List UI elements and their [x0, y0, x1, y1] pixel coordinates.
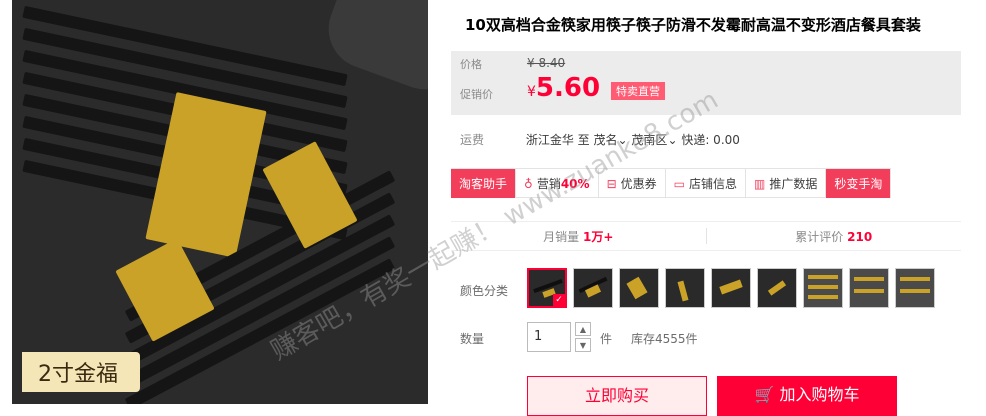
currency-symbol: ¥ — [527, 84, 536, 100]
color-swatch[interactable] — [573, 268, 613, 308]
review-count[interactable]: 累计评价 210 — [707, 228, 962, 245]
original-price: ¥ 8.40 — [527, 56, 566, 70]
chart-icon: ▥ — [754, 176, 766, 191]
monthly-sales-label: 月销量 — [543, 229, 580, 244]
cart-icon: 🛒 — [754, 385, 775, 404]
shop-info-button[interactable]: ▭ 店铺信息 — [666, 169, 746, 198]
tool-label: 营销 — [536, 177, 561, 191]
color-swatch[interactable]: ✓ — [527, 268, 567, 308]
city-label: 茂名 — [593, 133, 618, 147]
marketing-button[interactable]: ♁ 营销 40% — [516, 169, 599, 198]
product-image: 2寸金福 — [0, 0, 432, 404]
color-swatch[interactable] — [619, 268, 659, 308]
color-swatch[interactable] — [803, 268, 843, 308]
quantity-label: 数量 — [460, 332, 485, 346]
shop-icon: ▭ — [673, 176, 685, 191]
chevron-down-icon: ⌄ — [617, 133, 628, 147]
tool-label: 秒变手淘 — [834, 177, 883, 191]
shipping-from: 浙江金华 — [525, 133, 574, 147]
express-fee: 快递: 0.00 — [681, 133, 740, 147]
promo-price: ¥5.60 — [527, 73, 600, 103]
promo-data-button[interactable]: ▥ 推广数据 — [746, 169, 827, 198]
shipping-row: 运费 浙江金华 至 茂名⌄ 茂南区⌄ 快递: 0.00 — [460, 131, 740, 148]
marketing-value: 40% — [560, 176, 590, 191]
coupon-icon: ⊟ — [606, 176, 617, 191]
tool-label: 优惠券 — [620, 177, 657, 191]
monthly-sales: 月销量 1万+ — [451, 228, 706, 245]
quantity-stepper: ▲ ▼ — [575, 322, 591, 352]
check-icon: ✓ — [553, 294, 565, 306]
promo-badge: 特卖直营 — [611, 82, 665, 100]
sales-stats: 月销量 1万+ 累计评价 210 — [451, 221, 961, 251]
tool-label: 淘客助手 — [459, 177, 508, 191]
color-swatch[interactable] — [711, 268, 751, 308]
promo-price-value: 5.60 — [535, 73, 601, 103]
image-caption: 2寸金福 — [22, 352, 140, 392]
stock-count: 库存4555件 — [631, 332, 698, 346]
taoke-helper-button[interactable]: 淘客助手 — [451, 169, 517, 198]
tray-shape — [317, 0, 432, 101]
decrease-button[interactable]: ▼ — [575, 338, 591, 352]
color-swatches: ✓ — [527, 268, 941, 308]
color-label: 颜色分类 — [460, 284, 509, 298]
image-border — [428, 0, 432, 404]
tool-label: 推广数据 — [769, 177, 818, 191]
review-count-label: 累计评价 — [795, 229, 844, 244]
chevron-down-icon: ⌄ — [667, 133, 678, 147]
city-select[interactable]: 茂名⌄ — [594, 133, 628, 147]
mobile-taobao-button[interactable]: 秒变手淘 — [826, 169, 892, 198]
tool-label: 店铺信息 — [688, 177, 737, 191]
product-title: 10双高档合金筷家用筷子筷子防滑不发霉耐高温不变形酒店餐具套装 — [465, 16, 921, 34]
buy-now-button[interactable]: 立即购买 — [527, 376, 707, 416]
coupon-button[interactable]: ⊟ 优惠券 — [599, 169, 666, 198]
color-swatch[interactable] — [895, 268, 935, 308]
price-box: 价格 ¥ 8.40 促销价 ¥5.60 特卖直营 — [451, 51, 961, 115]
monthly-sales-value: 1万+ — [582, 229, 614, 244]
color-swatch[interactable] — [665, 268, 705, 308]
color-swatch[interactable] — [849, 268, 889, 308]
add-to-cart-button[interactable]: 🛒 加入购物车 — [717, 376, 897, 416]
caret-up-icon: ▲ — [579, 325, 587, 334]
increase-button[interactable]: ▲ — [575, 322, 591, 336]
image-border — [0, 0, 12, 404]
gold-band — [145, 92, 267, 258]
district-label: 茂南区 — [631, 133, 668, 147]
shipping-to: 至 — [577, 133, 590, 147]
sale-icon: ♁ — [524, 176, 533, 191]
buy-now-label: 立即购买 — [584, 386, 649, 405]
quantity-input[interactable]: 1 — [527, 322, 571, 352]
color-swatch[interactable] — [757, 268, 797, 308]
quantity-unit: 件 — [600, 332, 613, 346]
tool-bar: 淘客助手 ♁ 营销 40% ⊟ 优惠券 ▭ 店铺信息 ▥ 推广数据 秒变手淘 — [451, 168, 892, 198]
caret-down-icon: ▼ — [579, 341, 587, 350]
add-to-cart-label: 加入购物车 — [779, 385, 860, 404]
shipping-label: 运费 — [460, 133, 485, 147]
review-count-value: 210 — [847, 229, 873, 244]
promo-price-label: 促销价 — [460, 88, 493, 101]
district-select[interactable]: 茂南区⌄ — [631, 133, 677, 147]
price-label: 价格 — [460, 58, 482, 71]
